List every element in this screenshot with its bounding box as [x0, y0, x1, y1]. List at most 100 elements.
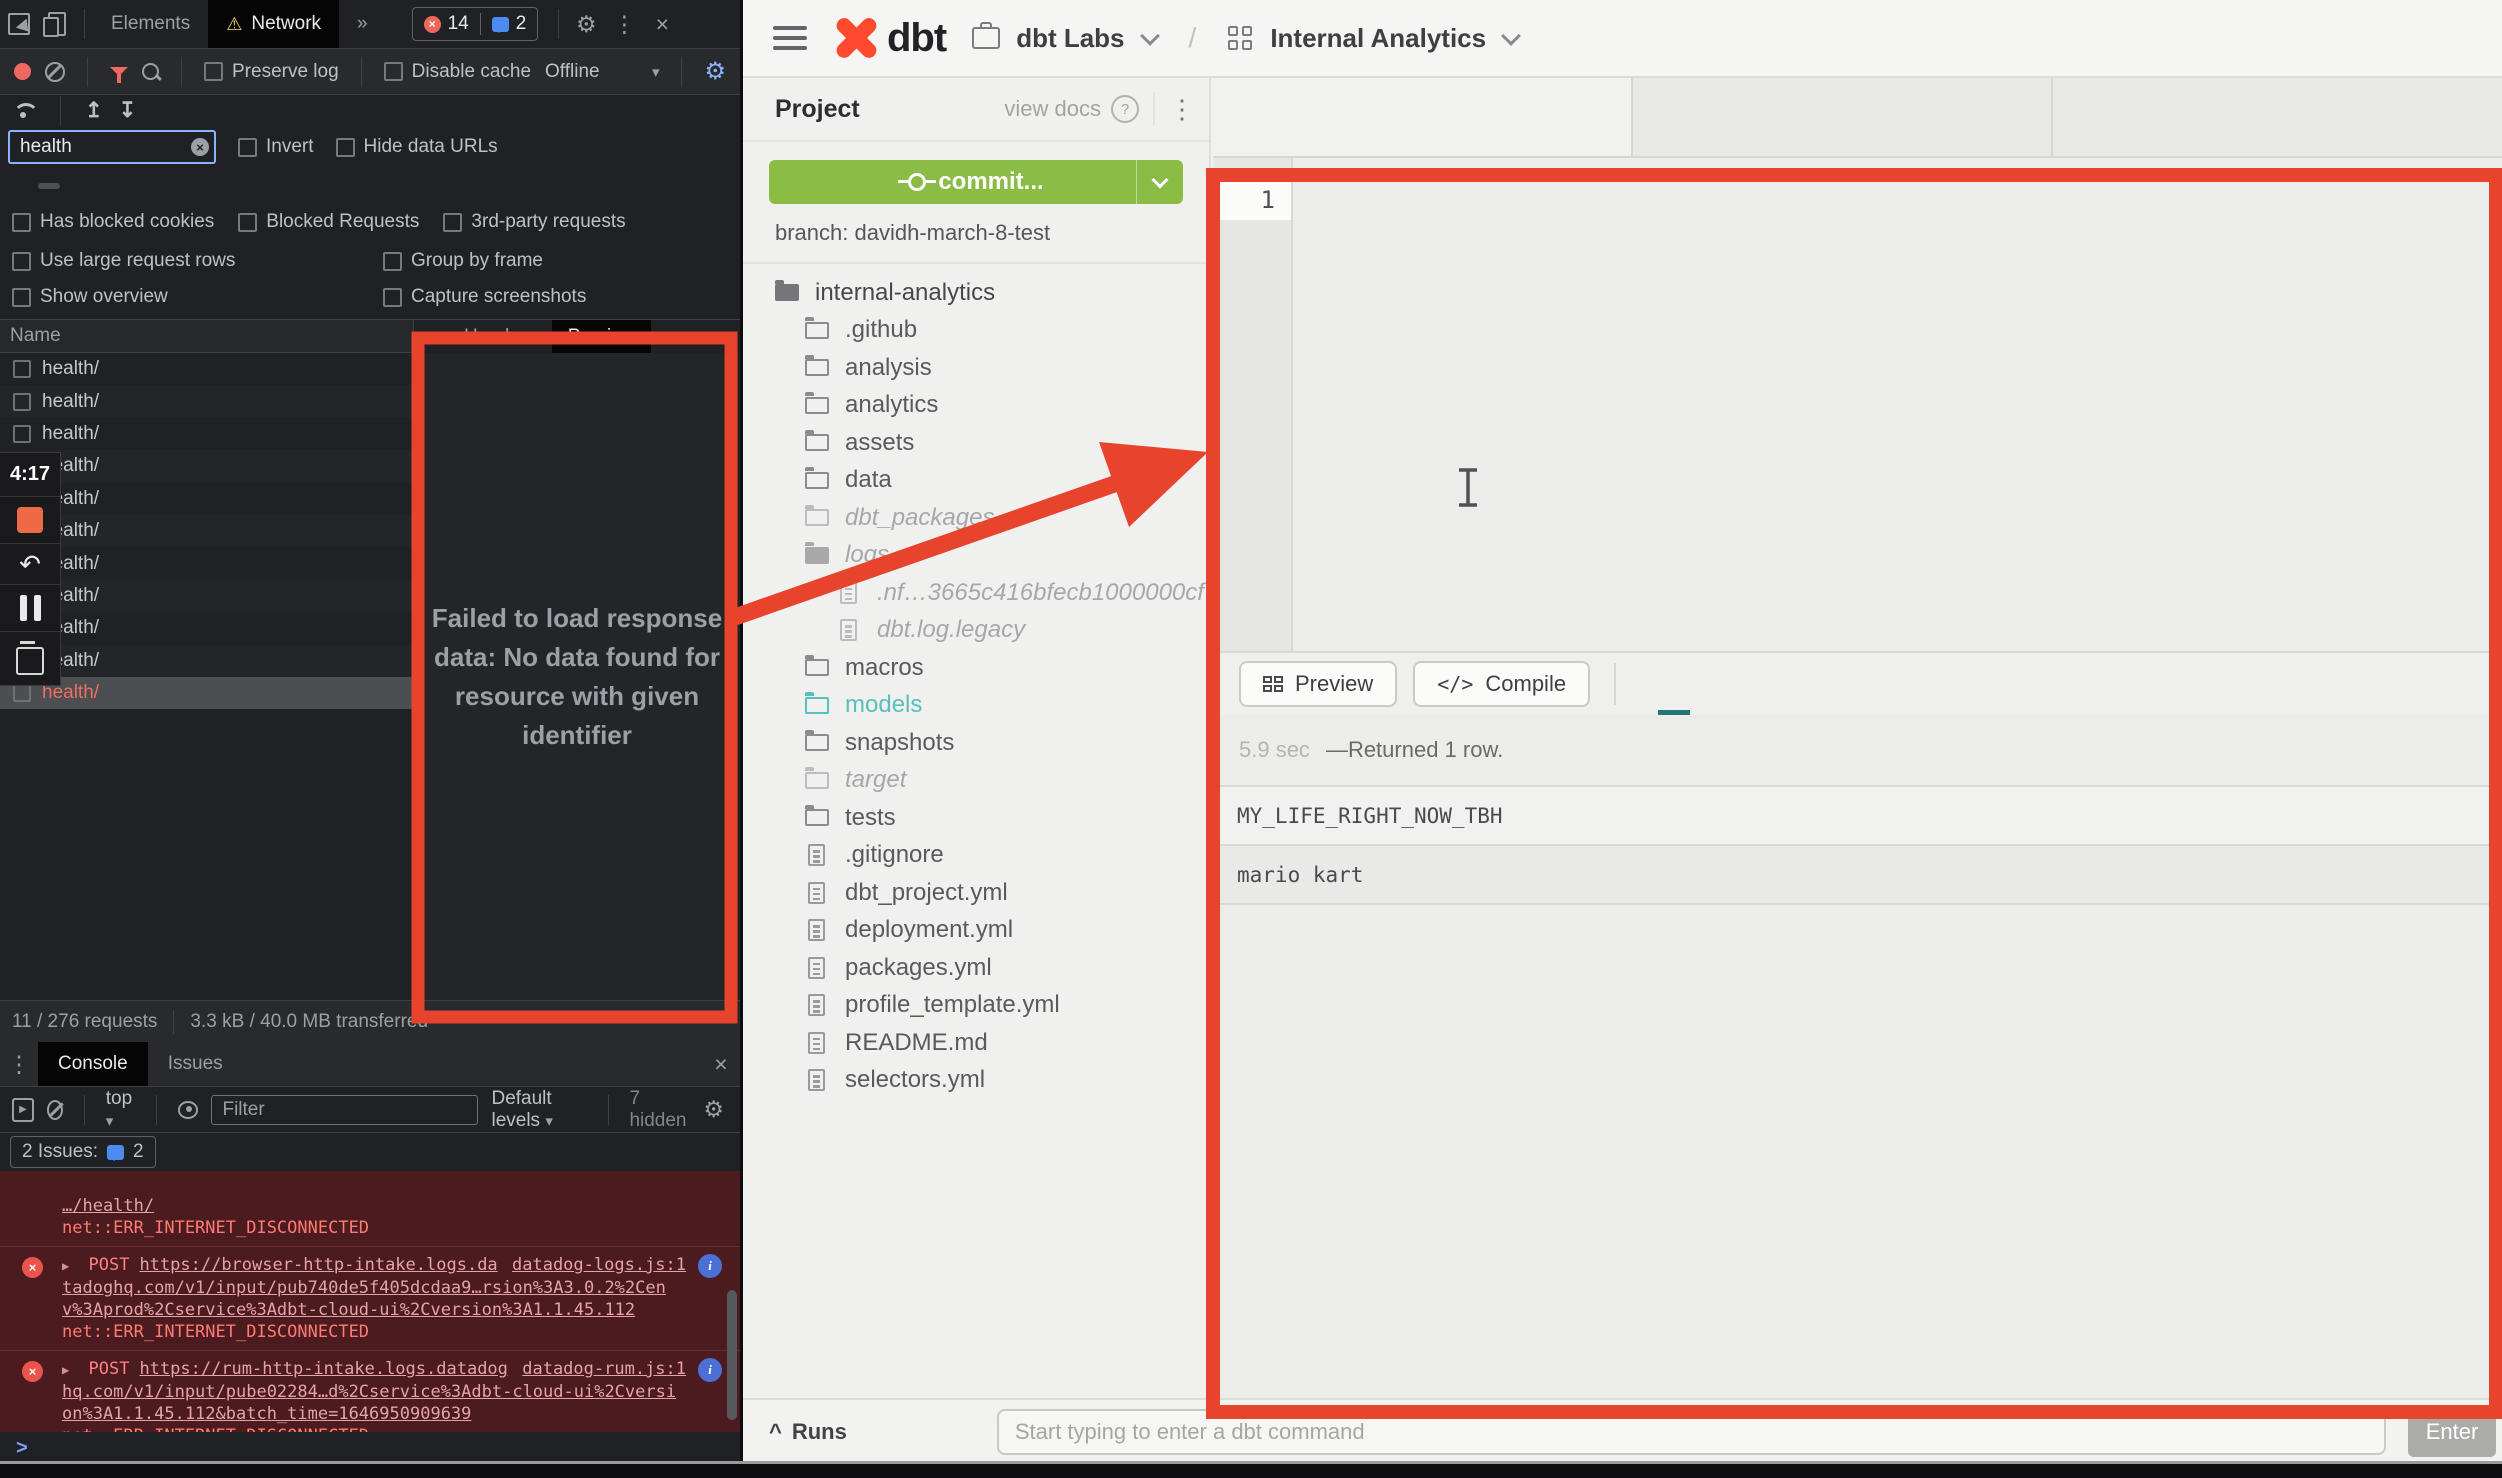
file-tree-row[interactable]: .gitignore [743, 837, 1209, 875]
dbt-command-input[interactable] [997, 1409, 2386, 1455]
network-settings-gear-icon[interactable]: ⚙ [704, 57, 726, 86]
blocked-requests-checkbox[interactable]: Blocked Requests [238, 211, 419, 233]
sidebar-kebab-icon[interactable]: ⋮ [1169, 94, 1195, 125]
request-type-pill[interactable] [150, 183, 172, 189]
request-row[interactable]: health/ [0, 483, 413, 515]
console-settings-gear-icon[interactable]: ⚙ [699, 1093, 728, 1127]
file-tree-row[interactable]: internal-analytics [743, 274, 1209, 312]
request-row[interactable]: health/ [0, 547, 413, 579]
restart-recording-button[interactable]: ↶ [0, 543, 60, 584]
dbt-logo[interactable]: dbt [833, 15, 946, 61]
file-tree-row[interactable]: macros [743, 649, 1209, 687]
file-tree-row[interactable]: tests [743, 799, 1209, 837]
request-row[interactable]: health/ [0, 612, 413, 644]
third-party-requests-checkbox[interactable]: 3rd-party requests [443, 211, 625, 233]
expand-triangle-icon[interactable]: ▶ [62, 1363, 69, 1377]
file-tree-row[interactable]: dbt.log.legacy [743, 612, 1209, 650]
commit-dropdown-chevron[interactable] [1136, 160, 1183, 204]
delete-recording-button[interactable] [0, 631, 60, 685]
file-tree-row[interactable]: README.md [743, 1024, 1209, 1062]
file-tree-row[interactable]: snapshots [743, 724, 1209, 762]
sql-editor[interactable]: 1 [1213, 158, 2502, 651]
file-tree-row[interactable]: profile_template.yml [743, 987, 1209, 1025]
tab-elements[interactable]: Elements [93, 0, 208, 48]
message-badge[interactable]: 2 [480, 13, 538, 35]
issues-chip[interactable]: 2 Issues: 2 [10, 1136, 156, 1168]
request-type-pill[interactable] [94, 183, 116, 189]
preview-button[interactable]: Preview [1239, 661, 1397, 707]
use-large-request-rows-checkbox[interactable]: Use large request rows [12, 250, 235, 272]
expand-triangle-icon[interactable]: ▶ [62, 1259, 69, 1273]
file-tree-row[interactable]: assets [743, 424, 1209, 462]
tab-headers[interactable]: Headers [448, 320, 552, 353]
compile-button[interactable]: </> Compile [1413, 661, 1590, 707]
live-expression-eye-icon[interactable] [178, 1101, 199, 1119]
file-tree-row[interactable]: data [743, 462, 1209, 500]
request-type-pill[interactable] [206, 183, 228, 189]
stop-recording-button[interactable] [0, 496, 60, 543]
inspect-element-icon[interactable] [0, 7, 38, 41]
request-type-pill[interactable] [10, 183, 32, 189]
request-type-pill[interactable] [262, 183, 284, 189]
show-overview-checkbox[interactable]: Show overview [12, 286, 168, 308]
help-icon[interactable]: ? [1111, 95, 1139, 123]
file-tree-row[interactable]: dbt_project.yml [743, 874, 1209, 912]
commit-button[interactable]: commit... [769, 160, 1183, 204]
console-sidebar-icon[interactable]: ▶ [12, 1098, 34, 1122]
request-type-pill[interactable] [234, 183, 256, 189]
file-tree-row[interactable]: selectors.yml [743, 1062, 1209, 1100]
file-tree-row[interactable]: deployment.yml [743, 912, 1209, 950]
import-har-icon[interactable]: ↥ [85, 98, 103, 123]
request-row[interactable]: health/ [0, 515, 413, 547]
file-tree-row[interactable]: analytics [743, 387, 1209, 425]
invert-checkbox[interactable]: Invert [238, 136, 314, 158]
more-response-tabs-chevron[interactable]: » [651, 320, 694, 353]
file-tree-row[interactable]: .github [743, 312, 1209, 350]
file-tree-row[interactable]: analysis [743, 349, 1209, 387]
request-row[interactable]: health/ [0, 645, 413, 677]
request-type-pill[interactable] [318, 183, 340, 189]
network-conditions-icon[interactable] [12, 103, 36, 119]
error-url-link[interactable]: …/health/ [62, 1195, 714, 1217]
hide-data-urls-checkbox[interactable]: Hide data URLs [336, 136, 498, 158]
file-tree-row[interactable]: target [743, 762, 1209, 800]
file-tree-row[interactable]: dbt_packages [743, 499, 1209, 537]
pause-recording-button[interactable] [0, 584, 60, 631]
request-row[interactable]: health/ [0, 450, 413, 482]
file-tree-row[interactable]: models [743, 687, 1209, 725]
filter-funnel-icon[interactable] [110, 67, 128, 76]
tab-preview[interactable]: Preview [552, 320, 652, 353]
request-type-pill[interactable] [122, 183, 144, 189]
console-filter-input[interactable] [211, 1095, 478, 1125]
close-drawer-icon[interactable]: × [702, 1047, 740, 1081]
record-network-log-icon[interactable] [14, 63, 31, 80]
issue-badges[interactable]: × 14 2 [412, 7, 539, 41]
clear-network-log-icon[interactable] [45, 62, 65, 82]
file-tree-row[interactable]: packages.yml [743, 949, 1209, 987]
console-source-link[interactable]: datadog-rum.js:1 [522, 1358, 686, 1380]
request-type-pill[interactable] [290, 183, 312, 189]
kebab-menu-icon[interactable]: ⋮ [605, 7, 643, 41]
results-value-row[interactable]: mario kart [1213, 846, 2502, 905]
log-levels-select[interactable]: Default levels ▾ [491, 1088, 586, 1132]
close-request-icon[interactable]: × [414, 327, 448, 347]
console-prompt[interactable]: > [0, 1432, 740, 1464]
project-switcher[interactable]: Internal Analytics [1228, 23, 1518, 54]
console-error-message[interactable]: × i datadog-logs.js:1 ▶ POSThttps://brow… [0, 1246, 740, 1350]
console-source-link[interactable]: datadog-logs.js:1 [512, 1254, 686, 1276]
tab-network[interactable]: ⚠ Network [208, 0, 339, 48]
hamburger-menu-icon[interactable] [773, 26, 807, 50]
request-row[interactable]: health/ [0, 677, 413, 709]
request-type-pill[interactable] [178, 183, 200, 189]
context-select[interactable]: top ▾ [106, 1088, 135, 1132]
console-scrollbar[interactable] [727, 1290, 737, 1420]
file-tree-row[interactable]: .nf…3665c416bfecb1000000cf [743, 574, 1209, 612]
has-blocked-cookies-checkbox[interactable]: Has blocked cookies [12, 211, 214, 233]
tab-issues[interactable]: Issues [148, 1042, 243, 1086]
disable-cache-checkbox[interactable]: Disable cache [384, 61, 531, 83]
console-error-message[interactable]: × i datadog-rum.js:1 ▶ POSThttps://rum-h… [0, 1350, 740, 1432]
request-row[interactable]: health/ [0, 385, 413, 417]
clear-console-icon[interactable] [47, 1100, 63, 1120]
preserve-log-checkbox[interactable]: Preserve log [204, 61, 339, 83]
console-error-message[interactable]: × i ▶ …/health/net::ERR_INTERNET_DISCONN… [0, 1171, 740, 1246]
